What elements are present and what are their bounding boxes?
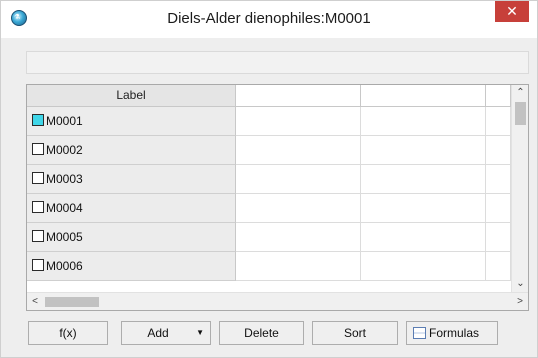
delete-button[interactable]: Delete bbox=[219, 321, 304, 345]
grid-cell[interactable] bbox=[236, 194, 361, 223]
close-button[interactable]: ✕ bbox=[495, 1, 529, 22]
grid-cell[interactable] bbox=[486, 223, 511, 252]
grid-cell[interactable] bbox=[361, 107, 486, 136]
row-label: M0001 bbox=[46, 114, 83, 128]
formulas-button[interactable]: Formulas bbox=[406, 321, 498, 345]
grid-cell[interactable] bbox=[361, 223, 486, 252]
row-label: M0005 bbox=[46, 230, 83, 244]
grid-cell[interactable] bbox=[236, 223, 361, 252]
grid-cell[interactable] bbox=[486, 252, 511, 281]
grid-cell[interactable] bbox=[361, 136, 486, 165]
row-checkbox[interactable] bbox=[32, 114, 44, 126]
grid-cell[interactable] bbox=[361, 194, 486, 223]
row-label: M0003 bbox=[46, 172, 83, 186]
window-title: Diels-Alder dienophiles:M0001 bbox=[167, 10, 371, 27]
formulas-button-label: Formulas bbox=[429, 326, 480, 340]
row-label-cell[interactable]: M0002 bbox=[27, 136, 236, 165]
add-button[interactable]: Add ▼ bbox=[121, 321, 211, 345]
dropdown-caret-icon[interactable]: ▼ bbox=[196, 322, 204, 344]
table-row[interactable]: M0002 bbox=[27, 136, 511, 165]
column-header[interactable] bbox=[486, 85, 511, 107]
vertical-scrollbar[interactable]: ⌃ ⌄ bbox=[511, 85, 528, 292]
row-label-cell[interactable]: M0001 bbox=[27, 107, 236, 136]
row-checkbox[interactable] bbox=[32, 201, 44, 213]
grid-cell[interactable] bbox=[236, 252, 361, 281]
row-label: M0002 bbox=[46, 143, 83, 157]
grid-cell[interactable] bbox=[361, 252, 486, 281]
sort-button[interactable]: Sort bbox=[312, 321, 398, 345]
grid-cell[interactable] bbox=[486, 194, 511, 223]
table-row[interactable]: M0004 bbox=[27, 194, 511, 223]
column-header-label[interactable]: Label bbox=[27, 85, 236, 107]
grid-cell[interactable] bbox=[236, 107, 361, 136]
horizontal-scroll-thumb[interactable] bbox=[45, 297, 99, 307]
grid-cell[interactable] bbox=[236, 136, 361, 165]
function-button[interactable]: f(x) bbox=[28, 321, 108, 345]
row-checkbox[interactable] bbox=[32, 259, 44, 271]
table-icon bbox=[413, 327, 426, 339]
row-checkbox[interactable] bbox=[32, 230, 44, 242]
row-label: M0006 bbox=[46, 259, 83, 273]
title-bar: ⚗ Diels-Alder dienophiles:M0001 ✕ bbox=[1, 1, 537, 38]
vertical-scroll-thumb[interactable] bbox=[515, 102, 526, 125]
grid-header: Label bbox=[27, 85, 511, 107]
add-button-label: Add bbox=[147, 326, 169, 340]
table-row[interactable]: M0001 bbox=[27, 107, 511, 136]
row-checkbox[interactable] bbox=[32, 143, 44, 155]
row-label-cell[interactable]: M0006 bbox=[27, 252, 236, 281]
grid-cell[interactable] bbox=[486, 107, 511, 136]
scroll-right-icon[interactable]: > bbox=[512, 293, 528, 310]
grid-cell[interactable] bbox=[486, 136, 511, 165]
table-row[interactable]: M0006 bbox=[27, 252, 511, 281]
table-row[interactable]: M0003 bbox=[27, 165, 511, 194]
horizontal-scrollbar[interactable]: < > bbox=[27, 292, 528, 310]
scroll-down-icon[interactable]: ⌄ bbox=[512, 276, 528, 292]
formula-bar[interactable] bbox=[26, 51, 529, 74]
row-label-cell[interactable]: M0003 bbox=[27, 165, 236, 194]
column-header[interactable] bbox=[361, 85, 486, 107]
grid-rows: M0001 M0002 M0003 M0004 M0005 M0006 bbox=[27, 107, 511, 281]
grid-cell[interactable] bbox=[236, 165, 361, 194]
data-grid: Label M0001 M0002 M0003 M0004 M0005 M0006 ⌃ ⌄… bbox=[26, 84, 529, 311]
table-row[interactable]: M0005 bbox=[27, 223, 511, 252]
scroll-left-icon[interactable]: < bbox=[27, 293, 43, 310]
row-checkbox[interactable] bbox=[32, 172, 44, 184]
dialog-window: ⚗ Diels-Alder dienophiles:M0001 ✕ Label … bbox=[0, 0, 538, 358]
grid-cell[interactable] bbox=[486, 165, 511, 194]
row-label-cell[interactable]: M0004 bbox=[27, 194, 236, 223]
row-label: M0004 bbox=[46, 201, 83, 215]
scroll-up-icon[interactable]: ⌃ bbox=[512, 85, 528, 101]
column-header[interactable] bbox=[236, 85, 361, 107]
row-label-cell[interactable]: M0005 bbox=[27, 223, 236, 252]
grid-cell[interactable] bbox=[361, 165, 486, 194]
